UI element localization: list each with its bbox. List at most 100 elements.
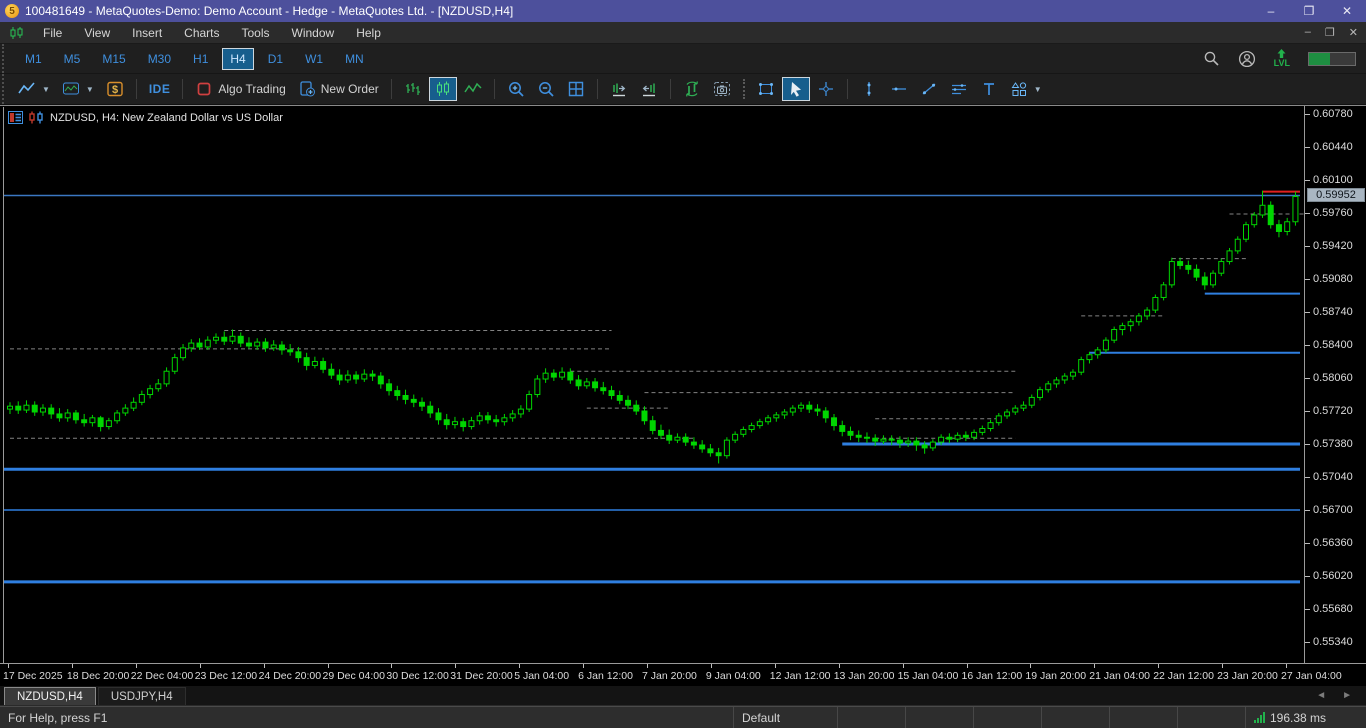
- status-empty-cell: [905, 707, 973, 728]
- title-bar: 5 100481649 - MetaQuotes-Demo: Demo Acco…: [0, 0, 1366, 22]
- price-tick: [1305, 642, 1310, 643]
- shift-end-icon[interactable]: [605, 77, 633, 101]
- bull-candle: [1020, 404, 1027, 409]
- child-close-button[interactable]: ✕: [1349, 26, 1358, 39]
- bull-candle: [147, 388, 154, 396]
- time-axis-label: 27 Jan 04:00: [1281, 670, 1342, 682]
- child-minimize-button[interactable]: –: [1305, 26, 1311, 39]
- timeframe-mn[interactable]: MN: [337, 48, 372, 70]
- horizontal-line-icon[interactable]: [885, 77, 913, 101]
- bull-candle: [1127, 321, 1134, 327]
- time-tick: [455, 664, 457, 668]
- time-tick: [519, 664, 521, 668]
- candles-icon[interactable]: [428, 77, 457, 101]
- select-rect-icon[interactable]: [752, 77, 780, 101]
- toolbar-grip[interactable]: [2, 74, 8, 104]
- bear-candle: [237, 335, 244, 344]
- price-axis-label: 0.58400: [1313, 339, 1353, 351]
- close-button[interactable]: ✕: [1328, 0, 1366, 22]
- menu-item-file[interactable]: File: [32, 24, 73, 42]
- status-empty-cell: [973, 707, 1041, 728]
- dollar-icon[interactable]: $: [101, 77, 129, 101]
- menu-item-view[interactable]: View: [73, 24, 121, 42]
- one-click-trading-icon[interactable]: [29, 111, 44, 124]
- algo-trading-button[interactable]: Algo Trading: [190, 77, 290, 101]
- zoom-out-icon[interactable]: [532, 77, 560, 101]
- bear-candle: [81, 419, 88, 424]
- crosshair-icon[interactable]: [812, 77, 840, 101]
- time-tick: [583, 664, 585, 668]
- chevron-down-icon[interactable]: ▼: [1034, 85, 1042, 94]
- profile-icon[interactable]: [1238, 50, 1256, 68]
- chevron-down-icon[interactable]: ▼: [86, 85, 94, 94]
- bear-candle: [707, 448, 714, 454]
- shapes-icon[interactable]: ▼: [1005, 77, 1047, 101]
- shift-left-icon[interactable]: [635, 77, 663, 101]
- timeframe-w1[interactable]: W1: [297, 48, 331, 70]
- chart-tab-nzdusd-h4[interactable]: NZDUSD,H4: [4, 687, 96, 705]
- search-icon[interactable]: [1203, 50, 1220, 67]
- time-axis[interactable]: 17 Dec 2025 18 Dec 20:00 22 Dec 04:00 23 De…: [0, 663, 1366, 686]
- cursor-icon[interactable]: [781, 77, 810, 101]
- bull-candle: [89, 417, 96, 424]
- time-axis-label: 24 Dec 20:00: [258, 670, 322, 682]
- minimize-button[interactable]: –: [1252, 0, 1290, 22]
- bull-candle: [114, 412, 121, 422]
- level-up-icon[interactable]: LVL: [1274, 49, 1290, 68]
- bull-candle: [517, 408, 524, 415]
- price-axis-label: 0.60100: [1313, 174, 1353, 186]
- timeframe-d1[interactable]: D1: [260, 48, 291, 70]
- auto-scroll-icon[interactable]: [678, 77, 706, 101]
- chevron-down-icon[interactable]: ▼: [42, 85, 50, 94]
- trendline-icon[interactable]: [915, 77, 943, 101]
- bars-icon[interactable]: [399, 77, 427, 101]
- timeframe-m15[interactable]: M15: [94, 48, 133, 70]
- depth-of-market-icon[interactable]: [8, 111, 23, 124]
- indicators-icon[interactable]: ▼: [57, 77, 99, 101]
- bull-candle: [7, 405, 13, 410]
- timeframe-m5[interactable]: M5: [56, 48, 89, 70]
- menu-item-help[interactable]: Help: [345, 24, 392, 42]
- candlestick-chart[interactable]: [4, 107, 1304, 664]
- time-axis-label: 23 Jan 20:00: [1217, 670, 1278, 682]
- menu-item-tools[interactable]: Tools: [231, 24, 281, 42]
- text-icon[interactable]: [975, 77, 1003, 101]
- timeframe-m1[interactable]: M1: [17, 48, 50, 70]
- child-restore-button[interactable]: ❐: [1325, 26, 1335, 39]
- line-chart-icon[interactable]: [459, 77, 487, 101]
- bull-candle: [1218, 261, 1225, 274]
- ide-button[interactable]: IDE: [144, 77, 176, 101]
- chart-window[interactable]: NZDUSD, H4: New Zealand Dollar vs US Dol…: [0, 105, 1366, 664]
- bull-candle: [1078, 359, 1085, 373]
- zoom-in-icon[interactable]: [502, 77, 530, 101]
- time-tick: [838, 664, 840, 668]
- chart-tab-usdjpy-h4[interactable]: USDJPY,H4: [97, 687, 186, 705]
- channel-icon[interactable]: [945, 77, 973, 101]
- time-axis-label: 22 Dec 04:00: [130, 670, 194, 682]
- tabs-scroll-right-icon[interactable]: ►: [1342, 690, 1352, 701]
- tabs-scroll-left-icon[interactable]: ◄: [1316, 690, 1326, 701]
- bear-candle: [386, 383, 393, 392]
- menu-item-charts[interactable]: Charts: [173, 24, 230, 42]
- bear-candle: [1201, 276, 1208, 286]
- timeframe-h1[interactable]: H1: [185, 48, 216, 70]
- menu-item-window[interactable]: Window: [281, 24, 346, 42]
- price-tick: [1305, 147, 1310, 148]
- toolbar-grip[interactable]: [2, 44, 8, 73]
- chart-type-icon[interactable]: ▼: [13, 77, 55, 101]
- menu-item-insert[interactable]: Insert: [121, 24, 173, 42]
- bull-candle: [23, 404, 30, 411]
- timeframe-m30[interactable]: M30: [140, 48, 179, 70]
- tile-windows-icon: [567, 80, 585, 98]
- bull-candle: [798, 404, 805, 409]
- camera-icon[interactable]: [708, 77, 736, 101]
- tile-windows-icon[interactable]: [562, 77, 590, 101]
- restore-button[interactable]: ❐: [1290, 0, 1328, 22]
- vertical-line-icon[interactable]: [855, 77, 883, 101]
- time-tick: [774, 664, 776, 668]
- timeframe-h4[interactable]: H4: [222, 47, 254, 70]
- price-axis[interactable]: 0.60780 0.60440 0.60100 0.59760 0.59420 0.590…: [1304, 106, 1366, 664]
- bull-candle: [155, 383, 162, 390]
- bull-candle: [1234, 238, 1241, 252]
- new-order-button[interactable]: New Order: [293, 77, 384, 101]
